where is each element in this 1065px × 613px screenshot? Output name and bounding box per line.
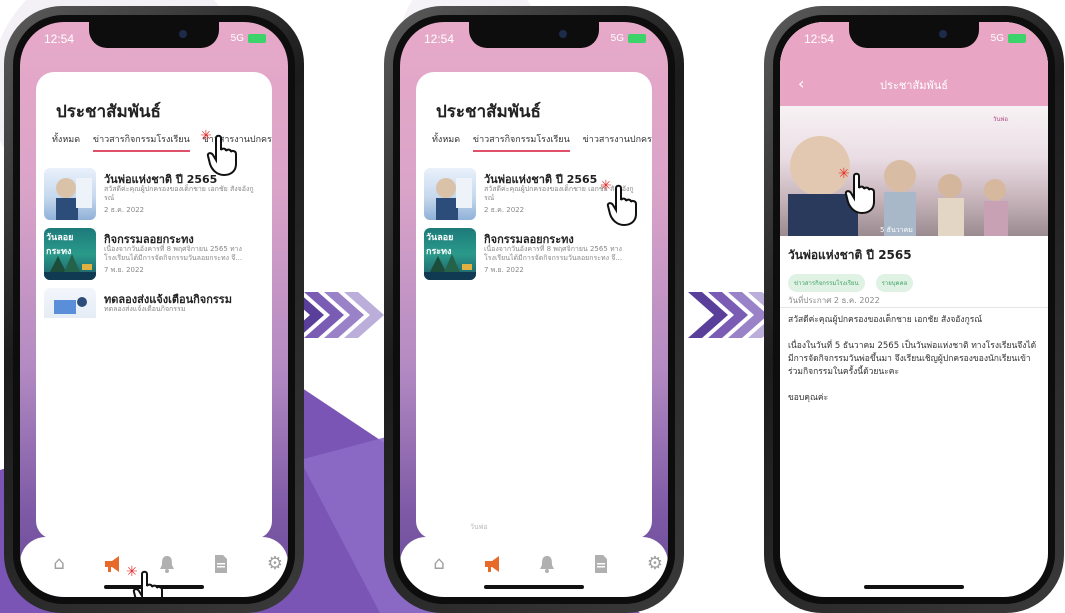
tag-chip: ข่าวสารกิจกรรมโรงเรียน (788, 274, 865, 292)
notch (89, 22, 219, 48)
thumbnail-image: วันลอยกระทง (424, 228, 476, 280)
tag-chip: รายบุคคล (875, 274, 914, 292)
body-paragraph: เนื่องในวันที่ 5 ธันวาคม 2565 เป็นวันพ่อ… (788, 341, 1037, 377)
battery-icon (248, 33, 266, 43)
news-card: ประชาสัมพันธ์ ทั้งหมด ข่าวสารกิจกรรมโรงเ… (416, 72, 652, 539)
tab-school-activities[interactable]: ข่าวสารกิจกรรมโรงเรียน (472, 132, 570, 152)
tag-list: ข่าวสารกิจกรรมโรงเรียน รายบุคคล (788, 270, 919, 292)
status-network: 5G (611, 33, 646, 44)
thumbnail-image: วันลอยกระทง (44, 228, 96, 280)
list-item[interactable]: ทดลองส่งแจ้งเตือนกิจกรรม ทดลองส่งแจ้งเตื… (44, 288, 264, 318)
page-title: ประชาสัมพันธ์ (56, 102, 161, 122)
item-desc: เนื่องจากวันอังคารที่ 8 พฤศจิกายน 2565 ท… (104, 245, 243, 262)
item-desc: สวัสดีค่ะคุณผู้ปกครองของเด็กชาย เอกชัย ส… (104, 185, 254, 202)
tab-school-activities[interactable]: ข่าวสารกิจกรรมโรงเรียน (92, 132, 190, 152)
hand-pointer-icon: ✳ (126, 564, 166, 597)
home-indicator (484, 585, 584, 589)
tab-all[interactable]: ทั้งหมด (432, 132, 460, 146)
news-list: วันพ่อแห่งชาติ ปี 2565 สวัสดีค่ะคุณผู้ปก… (44, 168, 264, 318)
list-item[interactable]: วันลอยกระทง กิจกรรมลอยกระทง เนื่องจากวัน… (424, 228, 644, 288)
status-network: 5G (991, 33, 1026, 44)
phone-3: ‹ ประชาสัมพันธ์ วันพ่อ 5 ธันวาคม วันพ่อแ… (764, 6, 1064, 613)
divider (780, 307, 1048, 308)
thumbnail-image (44, 168, 96, 220)
status-network: 5G (231, 33, 266, 44)
item-desc: เนื่องจากวันอังคารที่ 8 พฤศจิกายน 2565 ท… (484, 245, 623, 262)
document-icon[interactable] (210, 553, 232, 575)
megaphone-icon[interactable] (102, 553, 124, 575)
list-item[interactable]: วันพ่อแห่งชาติ ปี 2565 สวัสดีค่ะคุณผู้ปก… (44, 168, 264, 228)
home-icon[interactable]: ⌂ (428, 553, 450, 575)
phone-2: 12:54 5G ประชาสัมพันธ์ ทั้งหมด ข่าวสารกิ… (384, 6, 684, 613)
home-icon[interactable]: ⌂ (48, 553, 70, 575)
status-time: 12:54 (44, 32, 75, 46)
screen-list-all: 12:54 5G ประชาสัมพันธ์ ทั้งหมด ข่าวสารกิ… (20, 22, 288, 597)
detail-body: สวัสดีค่ะคุณผู้ปกครองของเด็กชาย เอกชัย ส… (788, 314, 1038, 418)
item-date: 2 ธ.ค. 2022 (104, 206, 145, 214)
status-time: 12:54 (424, 32, 455, 46)
screen-detail: ‹ ประชาสัมพันธ์ วันพ่อ 5 ธันวาคม วันพ่อแ… (780, 22, 1048, 597)
hand-pointer-icon: ✳ (838, 166, 878, 215)
status-time: 12:54 (804, 32, 835, 46)
tab-governance[interactable]: ข่าวสารงานปกครอง (583, 132, 652, 146)
item-date: 7 พ.ย. 2022 (104, 266, 144, 274)
item-desc: ทดลองส่งแจ้งเตือนกิจกรรม (104, 305, 186, 313)
hand-pointer-icon: ✳ (200, 128, 240, 177)
thumbnail-image (424, 168, 476, 220)
home-indicator (864, 585, 964, 589)
body-paragraph: ขอบคุณค่ะ (788, 393, 829, 403)
notch (469, 22, 599, 48)
gear-icon[interactable]: ⚙ (644, 553, 666, 575)
faded-item: วันพ่อ (470, 523, 488, 531)
page-title: ประชาสัมพันธ์ (436, 102, 541, 122)
hero-image: วันพ่อ 5 ธันวาคม (780, 106, 1048, 236)
hero-caption: วันพ่อ (992, 116, 1008, 123)
screen-list-school: 12:54 5G ประชาสัมพันธ์ ทั้งหมด ข่าวสารกิ… (400, 22, 668, 597)
megaphone-icon[interactable] (482, 553, 504, 575)
bottom-nav: ⌂ ⚙ (400, 537, 668, 597)
detail-date: วันที่ประกาศ 2 ธ.ค. 2022 (788, 296, 880, 305)
list-item[interactable]: วันลอยกระทง กิจกรรมลอยกระทง เนื่องจากวัน… (44, 228, 264, 288)
tab-bar: ทั้งหมด ข่าวสารกิจกรรมโรงเรียน ข่าวสารงา… (432, 132, 652, 152)
header-title: ประชาสัมพันธ์ (880, 79, 948, 92)
item-date: 2 ธ.ค. 2022 (484, 206, 525, 214)
gear-icon[interactable]: ⚙ (264, 553, 286, 575)
hero-bottom-text: 5 ธันวาคม (880, 226, 913, 234)
body-paragraph: สวัสดีค่ะคุณผู้ปกครองของเด็กชาย เอกชัย ส… (788, 315, 983, 325)
notch (849, 22, 979, 48)
battery-icon (1008, 33, 1026, 43)
phone-1: 12:54 5G ประชาสัมพันธ์ ทั้งหมด ข่าวสารกิ… (4, 6, 304, 613)
detail-view: ‹ ประชาสัมพันธ์ วันพ่อ 5 ธันวาคม วันพ่อแ… (780, 22, 1048, 597)
bell-icon[interactable] (536, 553, 558, 575)
tab-all[interactable]: ทั้งหมด (52, 132, 80, 146)
document-icon[interactable] (590, 553, 612, 575)
detail-title: วันพ่อแห่งชาติ ปี 2565 (788, 248, 912, 262)
hand-pointer-icon: ✳ (600, 178, 640, 227)
battery-icon (628, 33, 646, 43)
thumbnail-image (44, 288, 96, 318)
item-date: 7 พ.ย. 2022 (484, 266, 524, 274)
